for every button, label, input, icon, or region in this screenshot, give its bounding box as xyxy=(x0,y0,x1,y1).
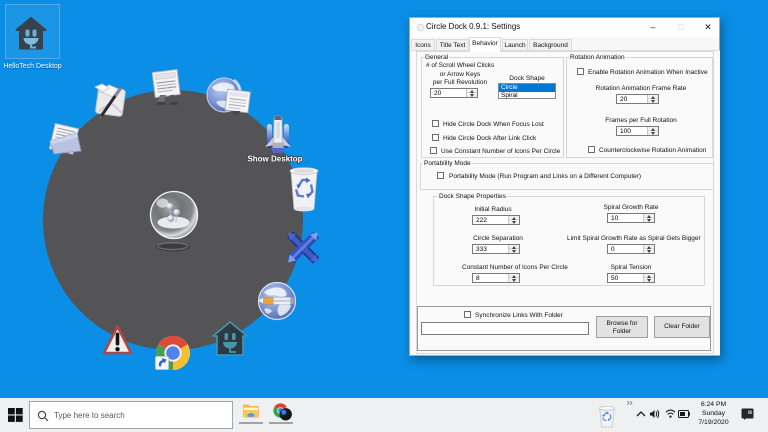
svg-text:Show Desktop: Show Desktop xyxy=(247,155,302,164)
